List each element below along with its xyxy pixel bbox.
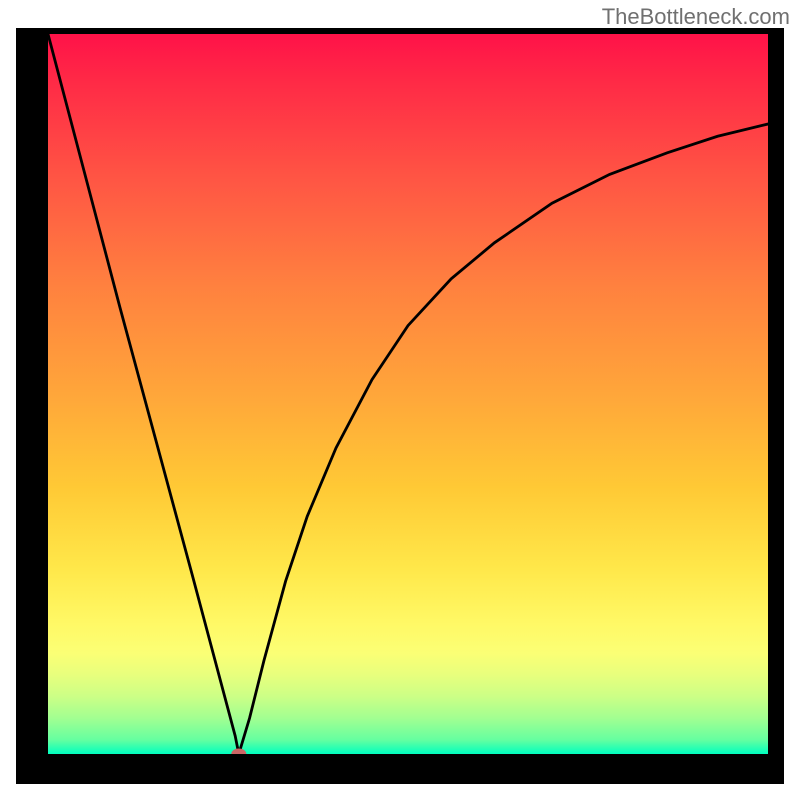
curve-left-segment	[48, 34, 239, 754]
curve-right-segment	[239, 124, 768, 754]
vertex-marker	[232, 749, 246, 754]
watermark-text: TheBottleneck.com	[602, 4, 790, 30]
plot-area	[48, 34, 768, 754]
chart-root: TheBottleneck.com	[0, 0, 800, 800]
plot-frame	[16, 28, 784, 784]
curve-svg	[48, 34, 768, 754]
